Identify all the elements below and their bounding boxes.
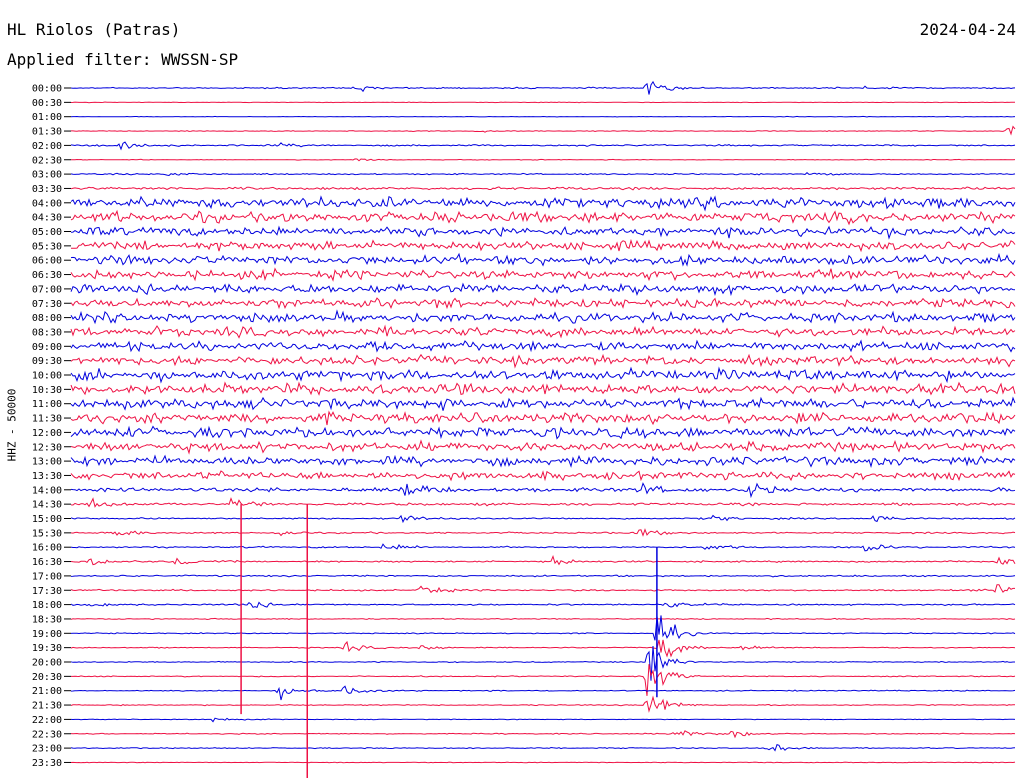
trace-line [70, 297, 1016, 310]
trace-line [70, 115, 1016, 118]
trace-line [70, 172, 1016, 177]
time-tick-label: 00:00 [32, 84, 62, 95]
time-tick-label: 08:30 [32, 327, 62, 338]
time-tick-label: 21:00 [32, 686, 62, 697]
time-tick-label: 13:00 [32, 457, 62, 468]
trace-line [70, 514, 1016, 524]
trace-line [70, 101, 1016, 104]
trace-line [70, 743, 1016, 752]
trace-line [70, 639, 1016, 658]
time-tick-label: 18:30 [32, 614, 62, 625]
time-tick-label: 23:30 [32, 758, 62, 769]
time-tick-label: 16:30 [32, 557, 62, 568]
time-tick-label: 02:00 [32, 141, 62, 152]
trace-line [70, 717, 1016, 723]
trace-line [70, 528, 1016, 537]
time-tick-label: 00:30 [32, 98, 62, 109]
trace-line [71, 158, 1016, 162]
trace-line [70, 645, 1015, 681]
time-tick-label: 22:30 [32, 729, 62, 740]
time-tick-label: 14:00 [32, 485, 62, 496]
trace-line [70, 617, 1016, 621]
trace-line [70, 555, 1016, 566]
time-tick-label: 06:30 [32, 270, 62, 281]
time-tick-label: 23:00 [32, 744, 62, 755]
trace-line [70, 353, 1016, 369]
time-tick-label: 11:00 [32, 399, 62, 410]
trace-line [70, 695, 1016, 713]
time-tick-label: 15:30 [32, 528, 62, 539]
time-tick-label: 10:30 [32, 385, 62, 396]
seismic-traces [70, 80, 1016, 778]
trace-line [70, 309, 1016, 325]
time-tick-label: 09:30 [32, 356, 62, 367]
time-tick-label: 04:00 [32, 198, 62, 209]
time-tick-label: 01:30 [32, 127, 62, 138]
trace-line [70, 454, 1016, 468]
trace-line [70, 425, 1016, 440]
time-tick-label: 16:00 [32, 543, 62, 554]
time-tick-label: 11:30 [32, 414, 62, 425]
time-tick-label: 01:00 [32, 112, 62, 123]
time-tick-label: 18:00 [32, 600, 62, 611]
time-tick-label: 17:00 [32, 571, 62, 582]
time-tick-label: 10:00 [32, 371, 62, 382]
time-tick-label: 12:00 [32, 428, 62, 439]
time-tick-label: 12:30 [32, 442, 62, 453]
trace-line [70, 601, 1016, 609]
time-tick-label: 03:00 [32, 170, 62, 181]
trace-line [70, 195, 1016, 212]
time-tick-label: 08:00 [32, 313, 62, 324]
time-tick-label: 19:30 [32, 643, 62, 654]
time-tick-label: 20:00 [32, 658, 62, 669]
trace-line [70, 366, 1016, 384]
trace-line [70, 410, 1016, 426]
trace-line [70, 225, 1016, 240]
trace-line [70, 141, 1016, 151]
trace-line [70, 339, 1016, 353]
trace-line [70, 324, 1016, 339]
time-tick-label: 07:30 [32, 299, 62, 310]
time-tick-label: 05:00 [32, 227, 62, 238]
trace-line [70, 761, 1016, 764]
trace-line [70, 470, 1016, 482]
trace-line [70, 252, 1016, 267]
time-tick-label: 21:30 [32, 701, 62, 712]
time-tick-label: 13:30 [32, 471, 62, 482]
time-tick-label: 03:30 [32, 184, 62, 195]
trace-line [71, 125, 1016, 136]
trace-line [70, 574, 1016, 578]
trace-line [70, 282, 1016, 297]
time-tick-label: 19:00 [32, 629, 62, 640]
trace-line [70, 685, 1016, 701]
trace-line [70, 730, 1016, 739]
trace-line [70, 584, 1015, 594]
trace-line [70, 80, 1016, 95]
trace-line [70, 497, 1015, 508]
time-tick-label: 09:00 [32, 342, 62, 353]
trace-line [70, 482, 1016, 499]
trace-line [70, 267, 1016, 282]
time-tick-label: 20:30 [32, 672, 62, 683]
time-tick-label: 22:00 [32, 715, 62, 726]
time-tick-label: 05:30 [32, 241, 62, 252]
time-tick-label: 14:30 [32, 500, 62, 511]
time-tick-label: 15:00 [32, 514, 62, 525]
trace-line [70, 381, 1016, 396]
time-tick-label: 06:00 [32, 256, 62, 267]
trace-line [70, 238, 1016, 253]
time-tick-label: 04:30 [32, 213, 62, 224]
trace-line [70, 396, 1016, 411]
time-tick-label: 17:30 [32, 586, 62, 597]
trace-line [70, 543, 1016, 552]
trace-line [70, 439, 1016, 455]
trace-line [70, 186, 1016, 191]
trace-line [70, 209, 1016, 226]
time-tick-labels: 00:00 00:30 01:00 01:30 02:00 02:30 03:00 03:30… [32, 84, 71, 769]
time-tick-label: 02:30 [32, 155, 62, 166]
helicorder-plot: 00:00 00:30 01:00 01:30 02:00 02:30 03:00 03:30… [32, 80, 1016, 778]
time-tick-label: 07:00 [32, 284, 62, 295]
